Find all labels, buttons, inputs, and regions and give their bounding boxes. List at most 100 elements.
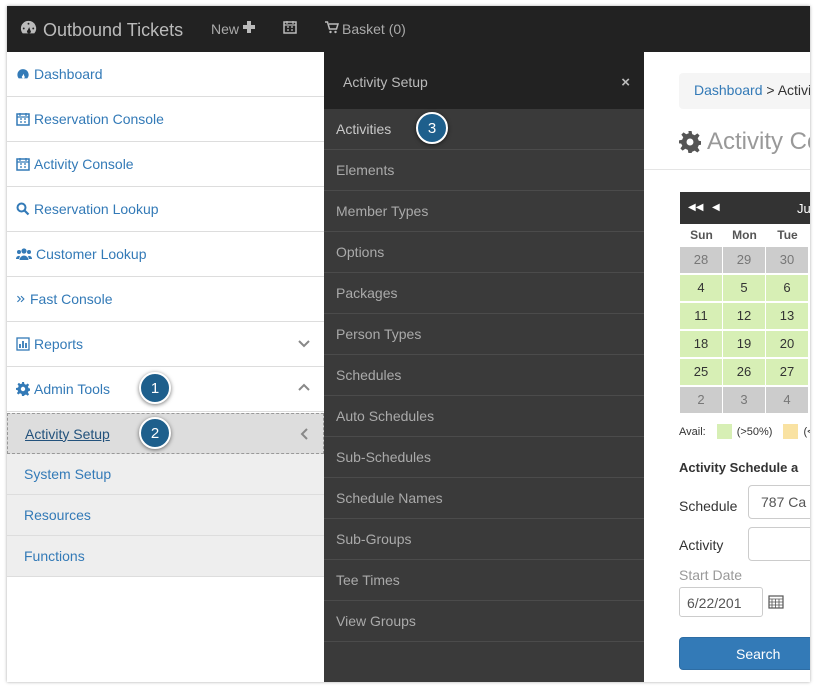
basket-menu[interactable]: Basket (0) xyxy=(325,20,406,37)
sidebar-item-reports[interactable]: Reports xyxy=(7,322,324,367)
schedule-select[interactable]: 787 Ca xyxy=(748,485,810,519)
sidebar-item-label: Dashboard xyxy=(34,66,103,82)
double-chevron-right-icon xyxy=(17,295,25,303)
calendar-day[interactable]: 20 xyxy=(766,331,808,357)
calendar-header: ◀◀ ◀ Ju xyxy=(680,192,810,224)
chevron-up-icon xyxy=(298,383,310,391)
flyout-item-elements[interactable]: Elements xyxy=(324,150,644,191)
new-menu[interactable]: New xyxy=(211,20,256,37)
calendar-week: 25 26 27 xyxy=(680,358,810,386)
gear-icon xyxy=(16,382,30,396)
brand-label: Outbound Tickets xyxy=(43,19,184,40)
calendar-weekdays: Sun Mon Tue xyxy=(680,224,810,246)
flyout-item-schedules[interactable]: Schedules xyxy=(324,355,644,396)
callout-badge-1: 1 xyxy=(139,372,171,404)
breadcrumb-dashboard-link[interactable]: Dashboard xyxy=(694,82,763,98)
close-icon[interactable]: × xyxy=(621,74,630,91)
callout-badge-2: 2 xyxy=(139,417,171,449)
calendar-day[interactable]: 18 xyxy=(680,331,722,357)
activity-setup-flyout: Activity Setup × Activities Elements Mem… xyxy=(324,52,644,682)
weekday-label: Mon xyxy=(732,228,757,242)
section-title: Activity Schedule a xyxy=(679,460,799,475)
flyout-item-packages[interactable]: Packages xyxy=(324,273,644,314)
calendar-day[interactable]: 27 xyxy=(766,359,808,385)
flyout-item-activities[interactable]: Activities xyxy=(324,109,644,150)
sidebar-item-reservation-lookup[interactable]: Reservation Lookup xyxy=(7,187,324,232)
flyout-item-tee-times[interactable]: Tee Times xyxy=(324,560,644,601)
sidebar-subitem-resources[interactable]: Resources xyxy=(7,495,324,536)
sidebar-item-label: Reservation Lookup xyxy=(34,201,159,217)
calendar-week: 11 12 13 xyxy=(680,302,810,330)
calendar-day[interactable]: 19 xyxy=(723,331,765,357)
calendar-day[interactable]: 29 xyxy=(723,247,765,273)
calendar-day[interactable]: 2 xyxy=(680,387,722,413)
availability-legend: Avail: (>50%) (< xyxy=(679,424,810,439)
brand[interactable]: Outbound Tickets xyxy=(19,18,183,42)
gear-icon xyxy=(679,131,701,153)
calendar: ◀◀ ◀ Ju Sun Mon Tue 28 29 30 4 5 6 11 12 xyxy=(680,192,810,414)
calendar-day[interactable]: 25 xyxy=(680,359,722,385)
calendar-day[interactable]: 30 xyxy=(766,247,808,273)
bar-chart-icon xyxy=(16,337,30,351)
sidebar-item-dashboard[interactable]: Dashboard xyxy=(7,52,324,97)
search-button[interactable]: Search xyxy=(679,637,810,670)
calendar-day[interactable]: 3 xyxy=(723,387,765,413)
legend-item-label: (< xyxy=(803,425,810,438)
sidebar: Dashboard Reservation Console Activity C… xyxy=(7,52,324,682)
sidebar-item-label: Fast Console xyxy=(30,291,113,307)
flyout-item-view-groups[interactable]: View Groups xyxy=(324,601,644,642)
calendar-day[interactable]: 4 xyxy=(680,275,722,301)
start-date-label: Start Date xyxy=(679,567,743,583)
search-icon xyxy=(16,202,30,216)
sidebar-item-activity-console[interactable]: Activity Console xyxy=(7,142,324,187)
cart-icon xyxy=(325,20,340,37)
calendar-day[interactable]: 13 xyxy=(766,303,808,329)
sidebar-item-label: Customer Lookup xyxy=(36,246,147,262)
sidebar-item-reservation-console[interactable]: Reservation Console xyxy=(7,97,324,142)
calendar-icon xyxy=(16,158,30,171)
legend-swatch-available xyxy=(716,424,732,439)
calendar-day[interactable]: 6 xyxy=(766,275,808,301)
calendar-day[interactable]: 4 xyxy=(766,387,808,413)
breadcrumb-current: Activi xyxy=(777,82,810,98)
sidebar-subitem-label: System Setup xyxy=(24,466,112,482)
calendar-month: Ju xyxy=(797,201,810,216)
calendar-week: 4 5 6 xyxy=(680,274,810,302)
prev-month-icon[interactable]: ◀ xyxy=(712,202,720,213)
calendar-picker-icon[interactable] xyxy=(768,595,784,609)
calendar-day[interactable]: 26 xyxy=(723,359,765,385)
plus-icon xyxy=(242,20,256,37)
chevron-left-icon xyxy=(300,428,308,440)
calendar-day[interactable]: 5 xyxy=(723,275,765,301)
breadcrumb-separator: > xyxy=(762,82,778,98)
start-date-input[interactable]: 6/22/201 xyxy=(679,587,763,617)
flyout-item-person-types[interactable]: Person Types xyxy=(324,314,644,355)
flyout-item-schedule-names[interactable]: Schedule Names xyxy=(324,478,644,519)
prev-year-icon[interactable]: ◀◀ xyxy=(688,202,703,213)
sidebar-subitem-system-setup[interactable]: System Setup xyxy=(7,454,324,495)
dashboard-icon xyxy=(19,18,38,42)
flyout-item-sub-groups[interactable]: Sub-Groups xyxy=(324,519,644,560)
app-window: Outbound Tickets New Basket (0) Dashboar… xyxy=(7,6,810,682)
users-icon xyxy=(16,248,32,260)
basket-label: Basket (0) xyxy=(342,20,406,37)
sidebar-item-label: Reservation Console xyxy=(34,111,164,127)
flyout-item-member-types[interactable]: Member Types xyxy=(324,191,644,232)
flyout-item-auto-schedules[interactable]: Auto Schedules xyxy=(324,396,644,437)
weekday-label: Sun xyxy=(690,228,713,242)
calendar-menu[interactable] xyxy=(283,20,297,37)
calendar-day[interactable]: 11 xyxy=(680,303,722,329)
new-label: New xyxy=(211,20,240,37)
sidebar-subitem-label: Resources xyxy=(24,507,91,523)
flyout-item-sub-schedules[interactable]: Sub-Schedules xyxy=(324,437,644,478)
sidebar-item-fast-console[interactable]: Fast Console xyxy=(7,277,324,322)
legend-item-label: (>50%) xyxy=(736,425,773,438)
flyout-item-options[interactable]: Options xyxy=(324,232,644,273)
calendar-day[interactable]: 12 xyxy=(723,303,765,329)
activity-select[interactable] xyxy=(748,527,810,561)
calendar-week: 18 19 20 xyxy=(680,330,810,358)
sidebar-subitem-functions[interactable]: Functions xyxy=(7,536,324,577)
sidebar-item-customer-lookup[interactable]: Customer Lookup xyxy=(7,232,324,277)
calendar-day[interactable]: 28 xyxy=(680,247,722,273)
divider xyxy=(644,169,810,170)
